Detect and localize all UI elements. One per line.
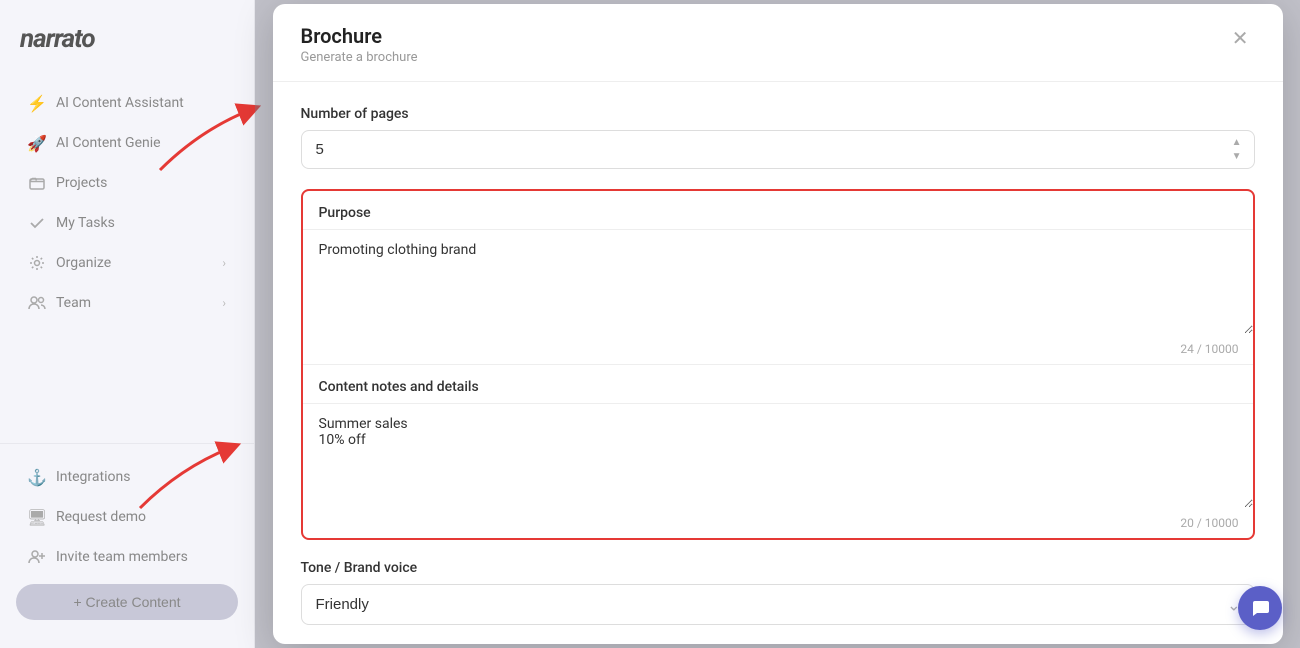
gear-icon [28,254,46,272]
monitor-icon: 🖥 [28,508,46,526]
dialog-title: Brochure [301,24,418,48]
pages-field-wrapper: ▲ ▼ [301,130,1255,169]
purpose-label: Purpose [303,191,1253,229]
sidebar-item-ai-content-genie[interactable]: 🚀 AI Content Genie [8,124,246,162]
sidebar-item-ai-content-assistant[interactable]: ⚡ AI Content Assistant [8,84,246,122]
sidebar-item-request-demo[interactable]: 🖥 Request demo [8,498,246,536]
sidebar-item-team[interactable]: Team › [8,284,246,322]
folder-icon [28,174,46,192]
sidebar-item-label: Projects [56,175,107,191]
sidebar-item-label: Team [56,295,91,311]
content-notes-label: Content notes and details [303,365,1253,403]
dialog-subtitle: Generate a brochure [301,50,418,65]
sidebar-item-label: My Tasks [56,215,115,231]
sidebar-item-label: AI Content Assistant [56,95,184,111]
chevron-down-icon: › [222,296,226,310]
lightning-icon: ⚡ [28,94,46,112]
brochure-dialog: Brochure Generate a brochure ✕ Number of… [273,4,1283,644]
sidebar-item-label: Request demo [56,509,146,525]
sidebar-item-projects[interactable]: Projects [8,164,246,202]
check-icon [28,214,46,232]
sidebar-item-my-tasks[interactable]: My Tasks [8,204,246,242]
app-logo: narrato [20,24,95,54]
dialog-overlay[interactable]: Brochure Generate a brochure ✕ Number of… [255,0,1300,648]
dialog-title-area: Brochure Generate a brochure [301,24,418,65]
chat-bubble[interactable] [1238,586,1282,630]
red-border-section: Purpose 24 / 10000 Content notes and det… [301,189,1255,540]
main-content: Brochure Generate a brochure ✕ Number of… [255,0,1300,648]
spinner-up[interactable]: ▲ [1231,137,1243,149]
add-user-icon [28,548,46,566]
purpose-textarea[interactable] [303,229,1253,334]
sidebar: narrato ⚡ AI Content Assistant 🚀 AI Cont… [0,0,255,648]
chevron-down-icon: › [222,256,226,270]
content-notes-textarea[interactable] [303,403,1253,508]
sidebar-item-label: AI Content Genie [56,135,161,151]
pages-input[interactable] [301,130,1255,169]
tone-section: Tone / Brand voice Friendly Professional… [301,560,1255,625]
dialog-body: Number of pages ▲ ▼ Purpose 24 / 10000 [273,82,1283,644]
sidebar-item-integrations[interactable]: ⚓ Integrations [8,458,246,496]
sidebar-item-invite-team[interactable]: Invite team members [8,538,246,576]
sidebar-item-organize[interactable]: Organize › [8,244,246,282]
sidebar-nav: ⚡ AI Content Assistant 🚀 AI Content Geni… [0,74,254,443]
sidebar-item-label: Organize [56,255,111,271]
rocket-icon: 🚀 [28,134,46,152]
dialog-header: Brochure Generate a brochure ✕ [273,4,1283,82]
sidebar-item-label: Integrations [56,469,130,485]
close-button[interactable]: ✕ [1226,24,1255,53]
tone-select[interactable]: Friendly Professional Casual Formal Humo… [301,584,1255,625]
spinner-down[interactable]: ▼ [1231,151,1243,163]
purpose-char-count: 24 / 10000 [303,338,1253,364]
tone-select-wrapper: Friendly Professional Casual Formal Humo… [301,584,1255,625]
create-content-button[interactable]: + Create Content [16,584,238,620]
team-icon [28,294,46,312]
logo-area: narrato [0,0,254,74]
sidebar-bottom: ⚓ Integrations 🖥 Request demo Invite tea… [0,443,254,648]
anchor-icon: ⚓ [28,468,46,486]
content-notes-char-count: 20 / 10000 [303,512,1253,538]
spinner-buttons: ▲ ▼ [1231,137,1243,163]
sidebar-item-label: Invite team members [56,549,188,565]
tone-label: Tone / Brand voice [301,560,1255,576]
pages-label: Number of pages [301,106,1255,122]
